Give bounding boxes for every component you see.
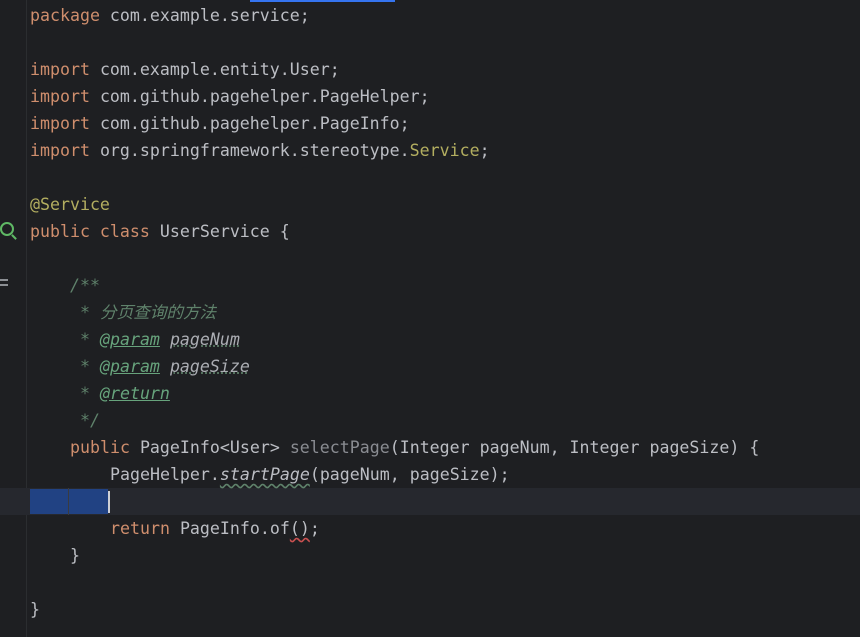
code-line-annotation[interactable]: @Service bbox=[30, 191, 110, 218]
code-line-call[interactable]: PageHelper.startPage(pageNum, pageSize); bbox=[110, 461, 510, 488]
code-line-doc[interactable]: * @return bbox=[70, 380, 170, 407]
current-line-highlight bbox=[0, 488, 860, 515]
text-selection bbox=[30, 489, 108, 514]
code-editor[interactable]: package com.example.service; import com.… bbox=[0, 0, 860, 637]
code-line-close-brace[interactable]: } bbox=[30, 596, 40, 623]
indent-guide bbox=[68, 488, 69, 515]
code-line-package[interactable]: package com.example.service; bbox=[30, 2, 310, 29]
code-line-return[interactable]: return PageInfo.of(); bbox=[110, 515, 320, 542]
code-line-close-brace[interactable]: } bbox=[70, 542, 80, 569]
find-usages-icon[interactable] bbox=[0, 222, 14, 236]
code-line-doc[interactable]: * @param pageSize bbox=[70, 353, 250, 380]
code-line-import[interactable]: import com.github.pagehelper.PageHelper; bbox=[30, 83, 430, 110]
code-line-class-decl[interactable]: public class UserService { bbox=[30, 218, 290, 245]
code-line-import[interactable]: import com.example.entity.User; bbox=[30, 56, 340, 83]
code-line-doc[interactable]: /** bbox=[70, 272, 100, 299]
code-line-doc[interactable]: * 分页查询的方法 bbox=[70, 299, 216, 326]
code-line-method-decl[interactable]: public PageInfo<User> selectPage(Integer… bbox=[70, 434, 759, 461]
text-caret bbox=[108, 491, 110, 513]
gutter bbox=[0, 0, 27, 637]
code-line-import[interactable]: import org.springframework.stereotype.Se… bbox=[30, 137, 490, 164]
code-line-doc[interactable]: * @param pageNum bbox=[70, 326, 240, 353]
code-line-doc[interactable]: */ bbox=[70, 407, 100, 434]
fold-lines-icon[interactable] bbox=[0, 279, 9, 289]
code-line-import[interactable]: import com.github.pagehelper.PageInfo; bbox=[30, 110, 410, 137]
